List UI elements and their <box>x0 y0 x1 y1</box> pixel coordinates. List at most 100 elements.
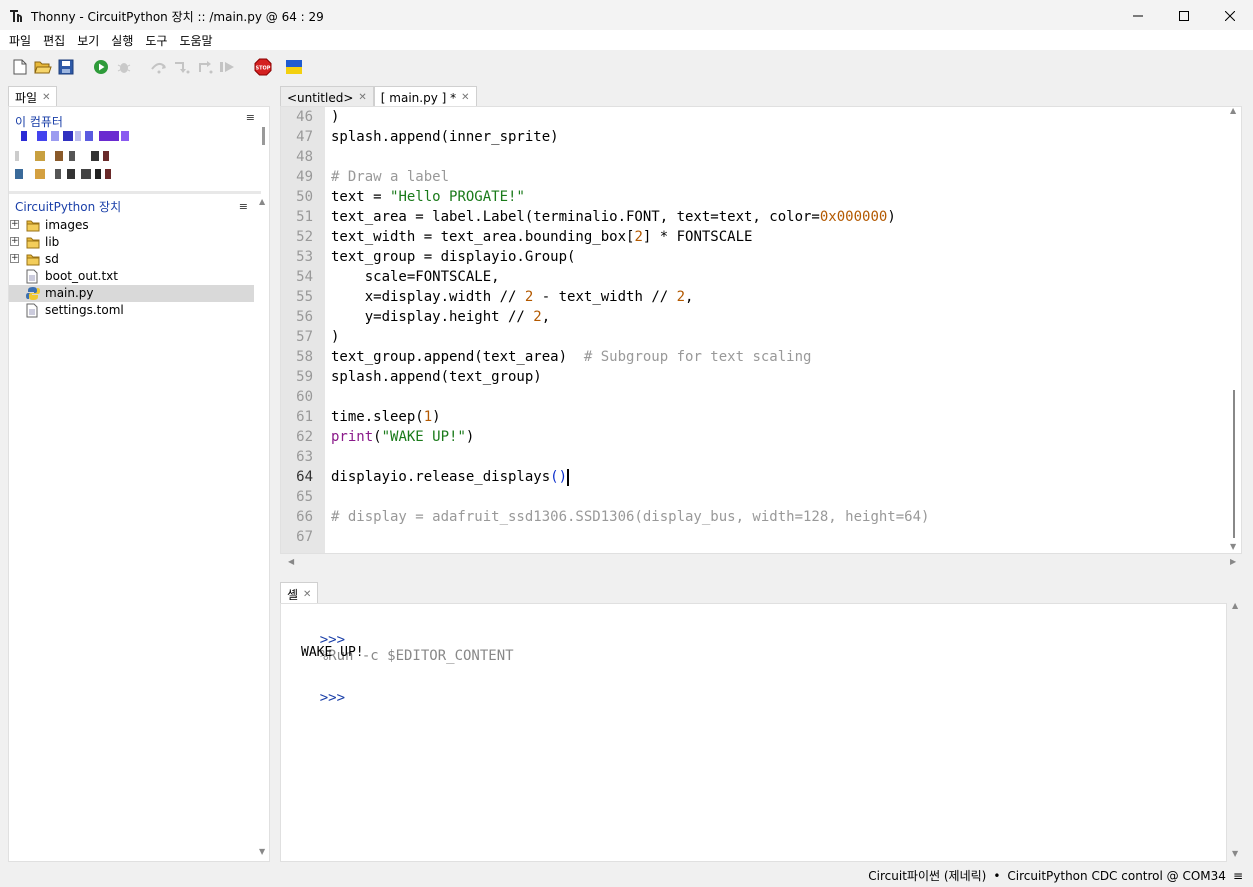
menu-tools[interactable]: 도구 <box>140 32 172 49</box>
code-line[interactable]: scale=FONTSCALE, <box>331 267 929 287</box>
this-computer-scrollbar[interactable] <box>262 127 265 145</box>
shell-tab-bar: 셸 ✕ <box>280 582 319 603</box>
line-number: 66 <box>296 509 313 525</box>
code-token: text_group.append(text_area) <box>331 349 584 365</box>
code-line[interactable]: ) <box>331 327 929 347</box>
tab-shell[interactable]: 셸 ✕ <box>280 582 319 603</box>
expand-icon[interactable]: + <box>10 254 19 263</box>
step-into-button[interactable] <box>171 56 193 78</box>
code-line[interactable]: # display = adafruit_ssd1306.SSD1306(dis… <box>331 507 929 527</box>
expand-icon[interactable]: + <box>10 220 19 229</box>
code-line[interactable]: text_area = label.Label(terminalio.FONT,… <box>331 207 929 227</box>
run-button[interactable] <box>90 56 112 78</box>
close-window-button[interactable] <box>1207 0 1253 32</box>
resume-icon <box>220 62 234 72</box>
scroll-down-icon[interactable]: ▼ <box>1232 849 1238 858</box>
tree-item-sd[interactable]: + sd <box>9 251 254 268</box>
tab-files-label: 파일 <box>15 91 38 105</box>
code-line[interactable] <box>331 527 929 547</box>
tree-item-images[interactable]: + images <box>9 217 254 234</box>
step-over-button[interactable] <box>148 56 170 78</box>
editor-scroll-thumb[interactable] <box>1233 390 1235 538</box>
code-token: 2 <box>634 229 643 245</box>
menu-view[interactable]: 보기 <box>72 32 104 49</box>
interpreter-selector[interactable]: Circuit파이썬 (제네릭) <box>868 867 986 884</box>
code-text-area[interactable]: ) splash.append(inner_sprite) # Draw a lab… <box>331 107 929 547</box>
scroll-right-icon[interactable]: ▶ <box>1230 557 1236 566</box>
resume-button[interactable] <box>217 56 239 78</box>
scroll-left-icon[interactable]: ◀ <box>288 557 294 566</box>
code-token: ) <box>432 409 441 425</box>
expand-icon[interactable]: + <box>10 237 19 246</box>
hamburger-menu-icon[interactable]: ≡ <box>246 111 255 124</box>
shell-panel[interactable]: >>> %Run -c $EDITOR_CONTENT WAKE UP! >>> <box>280 603 1227 862</box>
close-icon[interactable]: ✕ <box>461 92 469 103</box>
menu-edit[interactable]: 편집 <box>38 32 70 49</box>
folder-icon <box>26 235 40 250</box>
code-line[interactable]: print("WAKE UP!") <box>331 427 929 447</box>
code-line[interactable]: time.sleep(1) <box>331 407 929 427</box>
code-token: ) <box>331 329 340 345</box>
tree-item-lib[interactable]: + lib <box>9 234 254 251</box>
code-line[interactable]: text_group.append(text_area) # Subgroup … <box>331 347 929 367</box>
line-number: 48 <box>296 149 313 165</box>
code-line[interactable]: text = "Hello PROGATE!" <box>331 187 929 207</box>
code-line[interactable]: text_group = displayio.Group( <box>331 247 929 267</box>
line-number: 65 <box>296 489 313 505</box>
code-line[interactable]: splash.append(text_group) <box>331 367 929 387</box>
code-line[interactable]: text_width = text_area.bounding_box[2] *… <box>331 227 929 247</box>
minimize-button[interactable] <box>1115 0 1161 32</box>
stop-button[interactable]: STOP <box>252 56 274 78</box>
menu-help[interactable]: 도움말 <box>174 32 217 49</box>
files-scrollbar[interactable]: ▲ ▼ <box>257 195 269 861</box>
code-line[interactable] <box>331 487 929 507</box>
menu-run[interactable]: 실행 <box>106 32 138 49</box>
panel-divider[interactable] <box>9 191 261 194</box>
debug-button[interactable] <box>113 56 135 78</box>
hamburger-menu-icon[interactable]: ≡ <box>239 200 248 213</box>
shell-scrollbar[interactable]: ▲ ▼ <box>1230 601 1242 862</box>
code-line[interactable]: y=display.height // 2, <box>331 307 929 327</box>
save-button[interactable] <box>55 56 77 78</box>
open-file-button[interactable] <box>32 56 54 78</box>
menu-file[interactable]: 파일 <box>4 32 36 49</box>
code-line[interactable] <box>331 447 929 467</box>
tab-untitled[interactable]: <untitled> ✕ <box>280 86 374 106</box>
code-line[interactable] <box>331 387 929 407</box>
code-editor[interactable]: 46 47 48 49 50 51 52 53 54 55 56 57 58 59 60 61 62 63 64 65… <box>280 106 1242 554</box>
tree-item-settings-toml[interactable]: settings.toml <box>9 302 254 319</box>
step-out-button[interactable] <box>194 56 216 78</box>
code-token: time.sleep( <box>331 409 424 425</box>
tree-item-main-py[interactable]: main.py <box>9 285 254 302</box>
scroll-down-icon[interactable]: ▼ <box>1230 542 1236 551</box>
tab-main-py[interactable]: [ main.py ] * ✕ <box>373 86 477 106</box>
close-icon[interactable]: ✕ <box>42 92 50 103</box>
code-line[interactable] <box>331 147 929 167</box>
python-file-icon <box>26 286 40 301</box>
window-controls <box>1115 0 1253 32</box>
code-line[interactable]: splash.append(inner_sprite) <box>331 127 929 147</box>
scroll-up-icon[interactable]: ▲ <box>1232 601 1238 610</box>
scroll-up-icon[interactable]: ▲ <box>1230 106 1236 115</box>
code-token: # Draw a label <box>331 169 450 185</box>
files-tab-bar: 파일 ✕ <box>8 86 58 106</box>
new-file-button[interactable] <box>9 56 31 78</box>
editor-horizontal-scrollbar[interactable]: ◀ ▶ <box>280 556 1242 570</box>
code-line[interactable]: # Draw a label <box>331 167 929 187</box>
tab-files[interactable]: 파일 ✕ <box>8 86 58 106</box>
files-panel: 이 컴퓨터 ≡ CircuitPython 장치 ≡ + images + li… <box>8 106 270 862</box>
port-selector[interactable]: CircuitPython CDC control @ COM34 <box>1007 869 1226 883</box>
shell-input-line[interactable]: >>> <box>286 674 345 722</box>
support-ukraine-button[interactable] <box>283 56 305 78</box>
scroll-down-icon[interactable]: ▼ <box>259 847 265 856</box>
tree-item-label: sd <box>45 252 59 266</box>
close-icon[interactable]: ✕ <box>303 589 311 600</box>
code-line[interactable]: x=display.width // 2 - text_width // 2, <box>331 287 929 307</box>
maximize-button[interactable] <box>1161 0 1207 32</box>
code-line[interactable]: ) <box>331 107 929 127</box>
scroll-up-icon[interactable]: ▲ <box>259 197 265 206</box>
status-menu-icon[interactable]: ≡ <box>1233 869 1243 883</box>
tree-item-boot-out-txt[interactable]: boot_out.txt <box>9 268 254 285</box>
code-line[interactable]: displayio.release_displays() <box>331 467 929 487</box>
close-icon[interactable]: ✕ <box>358 92 366 103</box>
